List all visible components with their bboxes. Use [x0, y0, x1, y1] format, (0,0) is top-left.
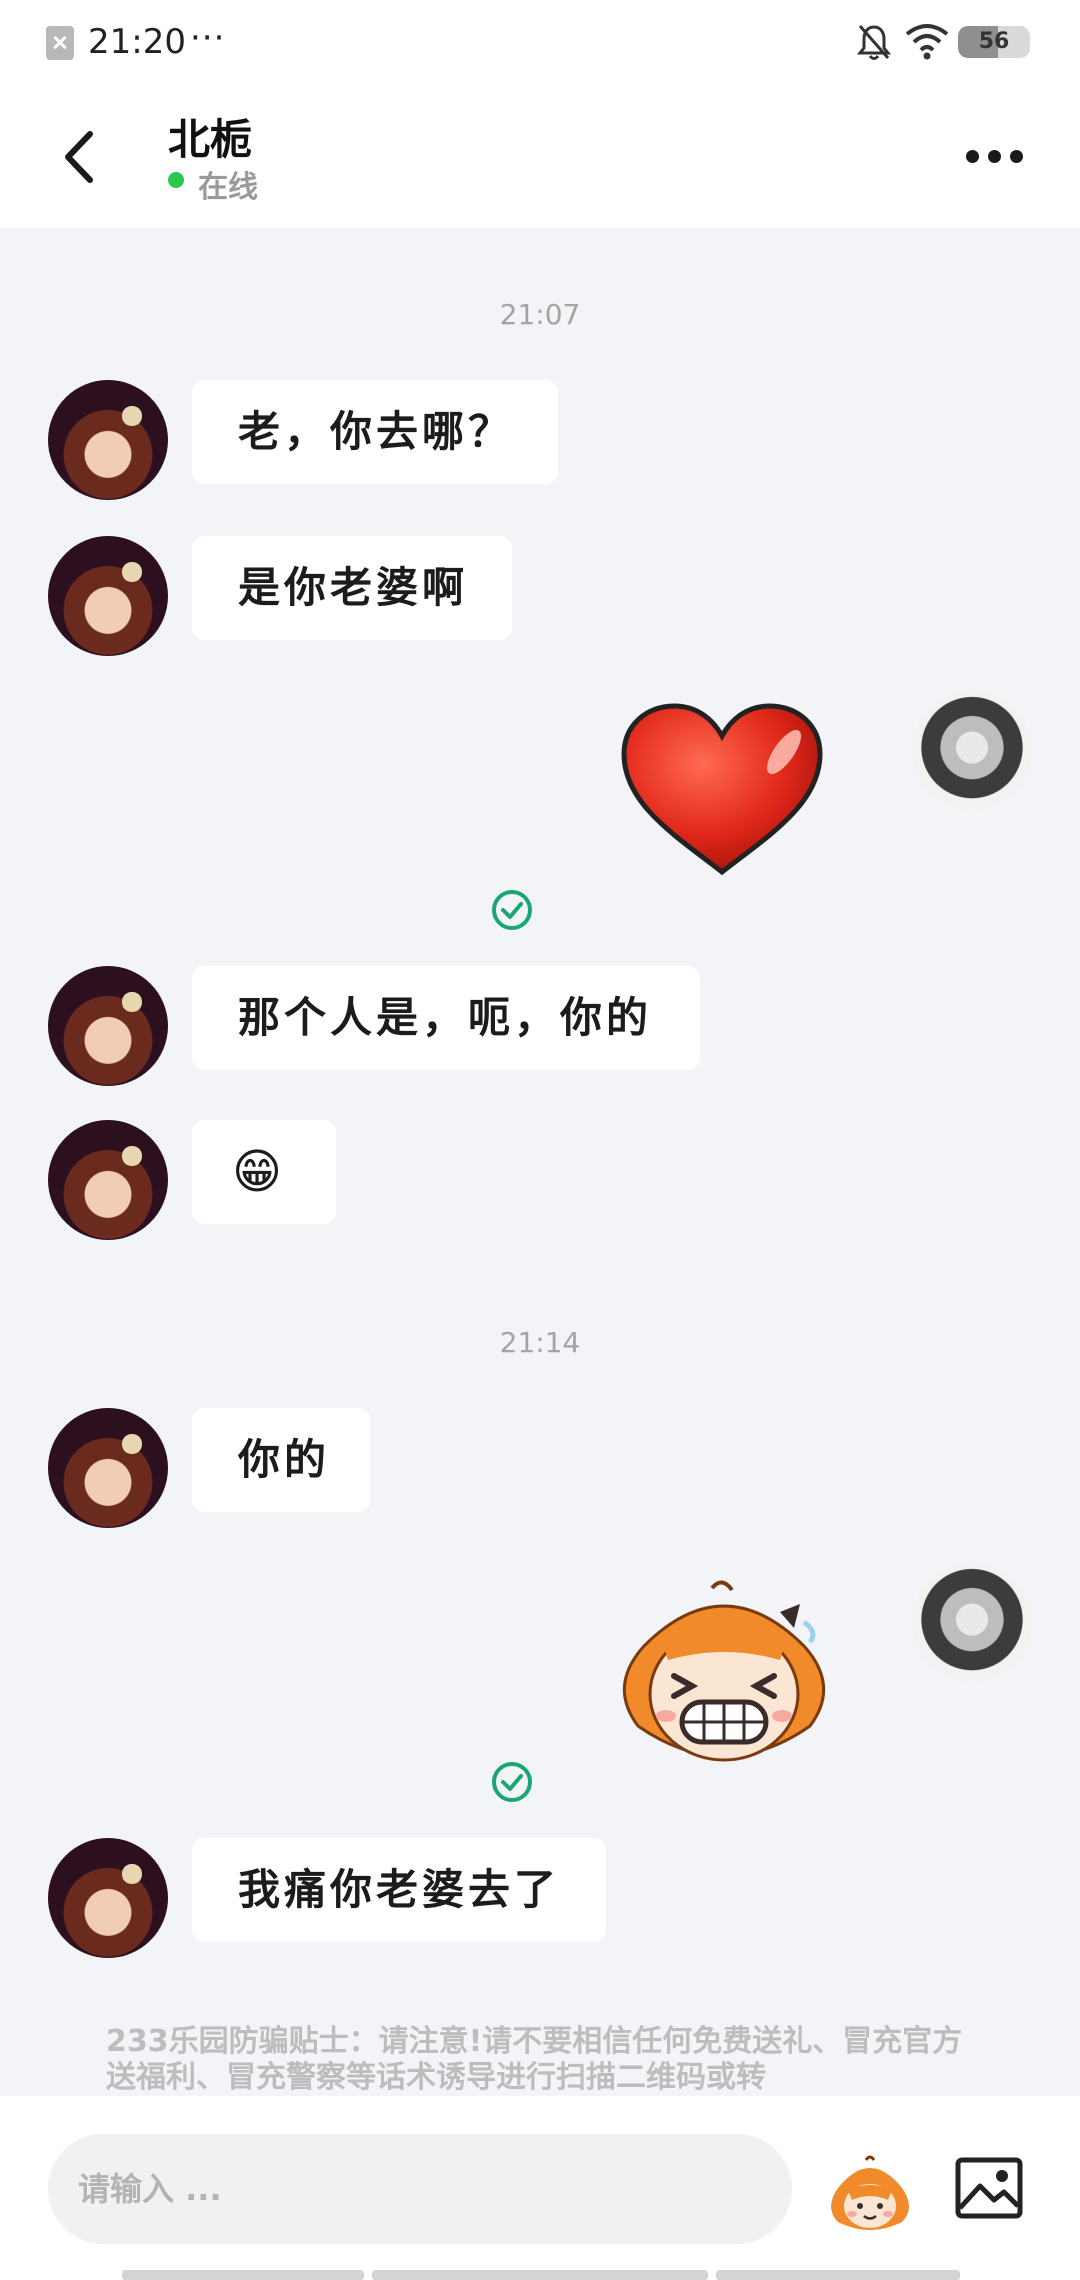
my-avatar[interactable] [912, 690, 1032, 810]
contact-avatar[interactable] [48, 1120, 168, 1240]
message-input[interactable] [48, 2134, 792, 2244]
contact-avatar[interactable] [48, 1408, 168, 1528]
sticker-picker-icon[interactable] [826, 2152, 914, 2232]
contact-name: 北栀 [168, 115, 253, 164]
chat-header: 北栀 在线 [0, 86, 1080, 228]
image-picker-icon[interactable] [954, 2156, 1024, 2220]
received-message-bubble[interactable]: 是你老婆啊 [192, 536, 512, 640]
nav-gesture-bar [716, 2270, 960, 2280]
received-message-bubble[interactable]: 我痛你老婆去了 [192, 1838, 606, 1942]
message-timestamp: 21:14 [499, 1326, 581, 1359]
contact-avatar[interactable] [48, 966, 168, 1086]
received-message-bubble[interactable]: 你的 [192, 1408, 370, 1512]
contact-avatar[interactable] [48, 1838, 168, 1958]
status-bar: 21:20 ··· 56 [0, 0, 1080, 86]
more-options-button[interactable] [964, 136, 1026, 176]
online-status-text: 在线 [198, 170, 258, 205]
battery-level: 56 [978, 29, 1010, 54]
my-avatar[interactable] [912, 1562, 1032, 1682]
message-input-bar [0, 2096, 1080, 2280]
wifi-icon [905, 24, 949, 60]
back-arrow-icon[interactable] [50, 122, 114, 192]
status-more-indicator: ··· [190, 18, 226, 58]
received-message-bubble[interactable]: 那个人是，呃，你的 [192, 966, 700, 1070]
heart-sticker[interactable] [616, 700, 828, 880]
more-dot-icon [1010, 150, 1023, 163]
received-emoji-bubble[interactable]: 😁 [192, 1120, 336, 1224]
more-dot-icon [988, 150, 1001, 163]
message-timestamp: 21:07 [499, 298, 581, 331]
nav-gesture-bar [372, 2270, 708, 2280]
sent-check-icon [492, 890, 532, 930]
notification-app-icon [46, 26, 74, 60]
more-dot-icon [966, 150, 979, 163]
contact-avatar[interactable] [48, 380, 168, 500]
online-status-dot [168, 172, 184, 188]
sent-check-icon [492, 1762, 532, 1802]
nav-gesture-bar [122, 2270, 364, 2280]
laughing-face-sticker[interactable] [604, 1576, 844, 1772]
anti-fraud-notice: 233乐园防骗贴士：请注意!请不要相信任何免费送礼、冒充官方送福利、冒充警察等话… [106, 2024, 963, 2095]
status-time: 21:20 [88, 22, 186, 62]
received-message-bubble[interactable]: 老，你去哪？ [192, 380, 558, 484]
bell-muted-icon [856, 25, 892, 60]
battery-indicator: 56 [958, 26, 1030, 58]
contact-avatar[interactable] [48, 536, 168, 656]
